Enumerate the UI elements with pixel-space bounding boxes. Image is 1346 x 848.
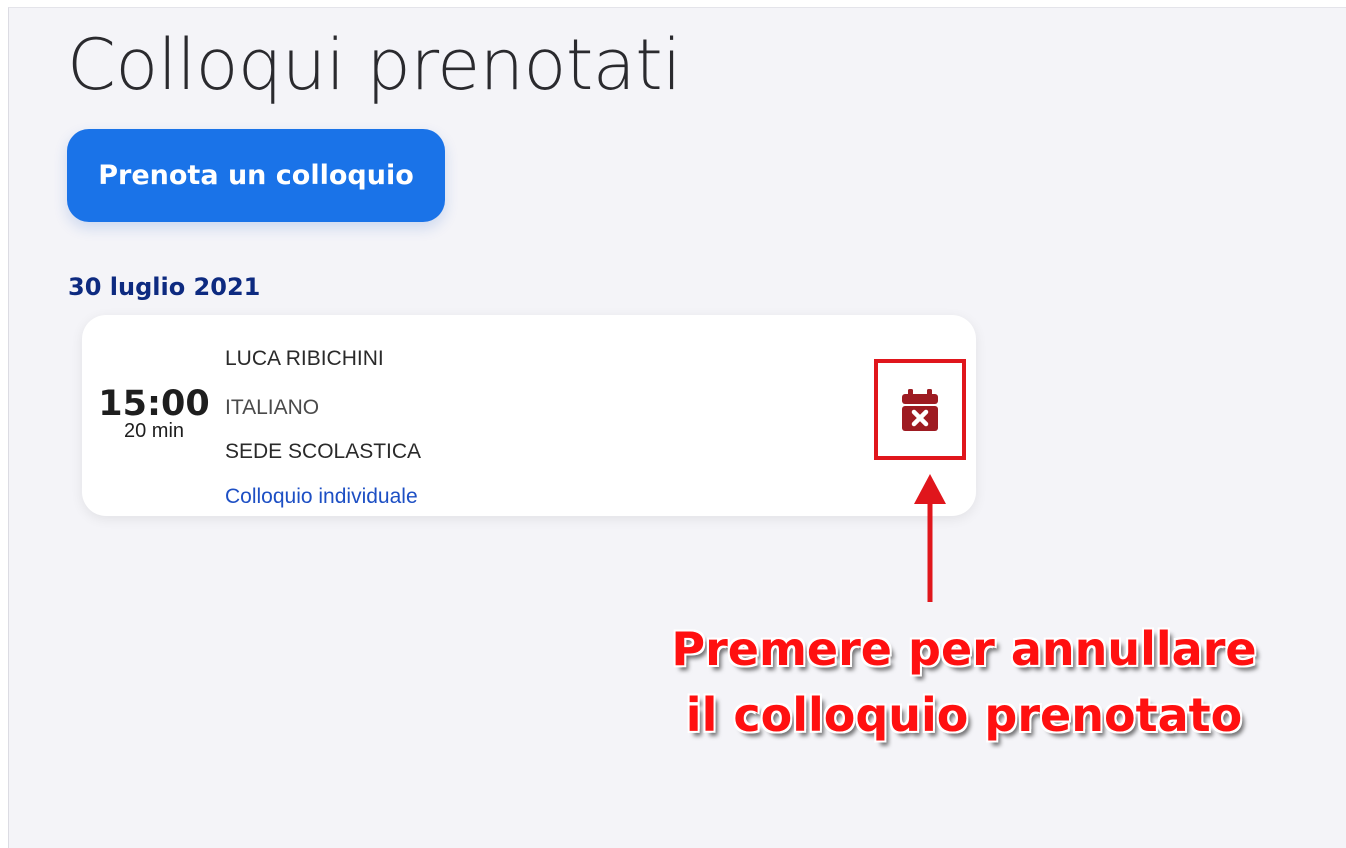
appointment-card: 15:00 20 min LUCA RIBICHINI ITALIANO SED… bbox=[82, 315, 976, 516]
page-background: Colloqui prenotati Prenota un colloquio … bbox=[8, 7, 1346, 848]
appointment-duration: 20 min bbox=[123, 420, 185, 442]
annotation-arrow bbox=[914, 474, 946, 602]
appointment-time: 15:00 bbox=[98, 384, 210, 424]
subject-name: ITALIANO bbox=[225, 396, 320, 419]
annotation-callout: Premere per annullare il colloquio preno… bbox=[609, 616, 1319, 748]
book-appointment-button[interactable]: Prenota un colloquio bbox=[67, 129, 445, 222]
calendar-x-icon bbox=[902, 388, 938, 431]
appointment-date-heading: 30 luglio 2021 bbox=[68, 273, 261, 301]
annotation-line-1: Premere per annullare bbox=[670, 621, 1257, 677]
appointment-time-block: 15:00 20 min bbox=[98, 385, 210, 441]
annotation-line-2: il colloquio prenotato bbox=[685, 687, 1243, 743]
cancel-appointment-button[interactable] bbox=[874, 359, 966, 460]
meeting-type-link[interactable]: Colloquio individuale bbox=[225, 485, 418, 509]
teacher-name: LUCA RIBICHINI bbox=[225, 347, 384, 370]
page-title: Colloqui prenotati bbox=[67, 24, 682, 106]
appointment-location: SEDE SCOLASTICA bbox=[225, 440, 422, 463]
